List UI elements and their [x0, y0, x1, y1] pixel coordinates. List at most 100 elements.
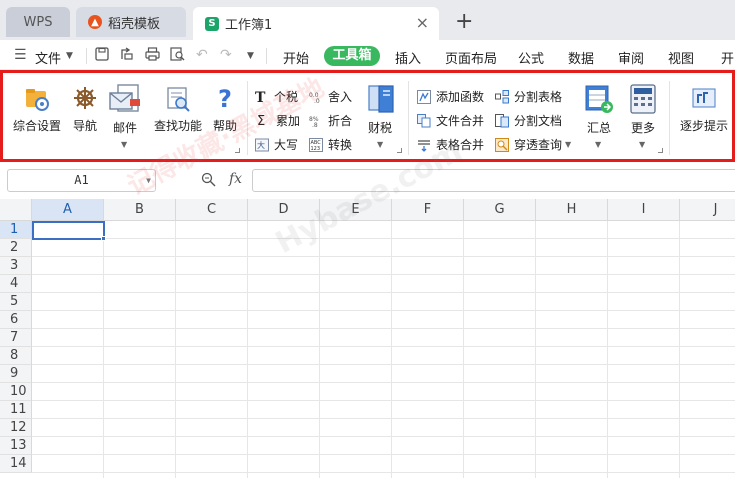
print-icon[interactable]	[145, 47, 160, 65]
file-menu[interactable]: 文件	[35, 48, 61, 67]
table-merge-label: 表格合并	[436, 138, 485, 152]
summary-sheet-icon	[583, 83, 615, 115]
add-function-icon	[417, 89, 431, 104]
more-button[interactable]: 更多	[623, 83, 663, 136]
menu-page-layout[interactable]: 页面布局	[445, 48, 497, 67]
general-settings-button[interactable]: 综合设置	[11, 85, 63, 134]
grid-row-line	[32, 292, 735, 293]
name-box[interactable]: A1 ▼	[7, 169, 156, 192]
column-header[interactable]: I	[608, 199, 680, 221]
mail-button[interactable]: 邮件	[105, 83, 145, 136]
row-header[interactable]: 4	[0, 275, 32, 293]
sum-button[interactable]: Σ 累加	[257, 112, 300, 129]
add-function-button[interactable]: 添加函数	[417, 88, 484, 105]
split-doc-icon	[495, 113, 509, 128]
navigation-button[interactable]: 导航	[67, 85, 103, 134]
menu-toolbox[interactable]: 工具箱	[324, 46, 380, 66]
fx-icon[interactable]: fx	[229, 171, 242, 187]
chevron-down-icon[interactable]: ▼	[639, 140, 645, 149]
discount-button[interactable]: 8% .8 折合	[309, 112, 352, 129]
active-cell[interactable]	[32, 221, 105, 240]
menu-data[interactable]: 数据	[568, 48, 594, 67]
convert-button[interactable]: ABC 123 转换	[309, 136, 352, 153]
hamburger-menu-icon[interactable]: ☰	[14, 47, 27, 63]
table-merge-button[interactable]: 表格合并	[417, 136, 484, 153]
row-header[interactable]: 8	[0, 347, 32, 365]
tab-daoke-templates[interactable]: ▲ 稻壳模板	[76, 7, 186, 37]
column-header[interactable]: D	[248, 199, 320, 221]
redo-icon[interactable]: ↷	[220, 47, 232, 63]
chevron-down-icon[interactable]: ▼	[66, 51, 73, 61]
column-header[interactable]: F	[392, 199, 464, 221]
step-hint-button[interactable]: 逐步提示	[676, 85, 732, 134]
menu-view[interactable]: 视图	[668, 48, 694, 67]
summary-button[interactable]: 汇总	[581, 83, 617, 136]
menu-formulas[interactable]: 公式	[518, 48, 544, 67]
tab-wps[interactable]: WPS	[6, 7, 70, 37]
chevron-down-icon[interactable]: ▼	[121, 140, 127, 149]
round-button[interactable]: 0.0.0 舍入	[309, 88, 352, 105]
menu-insert[interactable]: 插入	[395, 48, 421, 67]
row-header[interactable]: 9	[0, 365, 32, 383]
chevron-down-icon[interactable]: ▼	[565, 140, 571, 149]
menu-home[interactable]: 开始	[283, 48, 309, 67]
row-header[interactable]: 3	[0, 257, 32, 275]
find-function-button[interactable]: 查找功能	[150, 85, 206, 134]
summary-label: 汇总	[586, 121, 611, 135]
column-header[interactable]: H	[536, 199, 608, 221]
row-header[interactable]: 12	[0, 419, 32, 437]
tax-button[interactable]: T 个税	[255, 88, 298, 106]
close-tab-icon[interactable]: ×	[416, 13, 429, 32]
select-all-corner[interactable]	[0, 199, 32, 221]
help-label: 帮助	[212, 119, 237, 133]
chevron-down-icon[interactable]: ▼	[595, 140, 601, 149]
chevron-down-icon[interactable]: ▼	[146, 170, 151, 191]
column-header[interactable]: E	[320, 199, 392, 221]
menu-review[interactable]: 审阅	[618, 48, 644, 67]
zoom-search-icon[interactable]	[201, 172, 216, 191]
spreadsheet-grid: ABCDEFGHIJ 1 2 3 4 5 6 7 8 9 10 11 12 13 14	[0, 199, 735, 478]
formula-input[interactable]	[252, 169, 735, 192]
save-icon[interactable]	[95, 47, 109, 65]
split-doc-button[interactable]: 分割文档	[495, 112, 562, 129]
row-header[interactable]: 5	[0, 293, 32, 311]
row-header[interactable]: 13	[0, 437, 32, 455]
row-header[interactable]: 6	[0, 311, 32, 329]
help-button[interactable]: ? 帮助	[209, 85, 241, 134]
print-preview-icon[interactable]	[170, 47, 185, 65]
column-header[interactable]: C	[176, 199, 248, 221]
file-merge-button[interactable]: 文件合并	[417, 112, 484, 129]
row-header[interactable]: 7	[0, 329, 32, 347]
finance-tax-button[interactable]: 财税	[361, 83, 399, 136]
step-hint-label: 逐步提示	[679, 119, 728, 133]
row-header[interactable]: 14	[0, 455, 32, 473]
pivot-query-button[interactable]: 穿透查询 ▼	[495, 136, 571, 153]
column-header[interactable]: B	[104, 199, 176, 221]
chevron-down-icon[interactable]: ▼	[377, 140, 383, 149]
split-table-button[interactable]: 分割表格	[495, 88, 562, 105]
divider	[86, 48, 87, 64]
group-expand-icon[interactable]	[235, 148, 240, 153]
row-header[interactable]: 1	[0, 221, 32, 239]
uppercase-button[interactable]: 大 大写	[255, 136, 298, 153]
menu-developer[interactable]: 开	[721, 48, 734, 67]
spreadsheet-icon: S	[205, 16, 219, 31]
group-expand-icon[interactable]	[658, 148, 663, 153]
grid-row-line	[32, 364, 735, 365]
column-header[interactable]: G	[464, 199, 536, 221]
undo-icon[interactable]: ↶	[196, 47, 208, 63]
text-t-icon: T	[255, 89, 266, 106]
export-icon[interactable]	[120, 47, 134, 65]
group-expand-icon[interactable]	[397, 148, 402, 153]
quick-access-dropdown-icon[interactable]: ▼	[247, 51, 254, 61]
row-header[interactable]: 2	[0, 239, 32, 257]
column-header[interactable]: A	[32, 199, 104, 221]
pivot-query-label: 穿透查询	[514, 138, 563, 152]
column-header[interactable]: J	[680, 199, 735, 221]
row-header[interactable]: 10	[0, 383, 32, 401]
grid-row-line	[32, 436, 735, 437]
row-header[interactable]: 11	[0, 401, 32, 419]
tab-workbook1[interactable]: S 工作簿1 ×	[193, 7, 439, 40]
fill-handle[interactable]	[101, 236, 106, 241]
new-tab-button[interactable]: +	[455, 9, 473, 34]
